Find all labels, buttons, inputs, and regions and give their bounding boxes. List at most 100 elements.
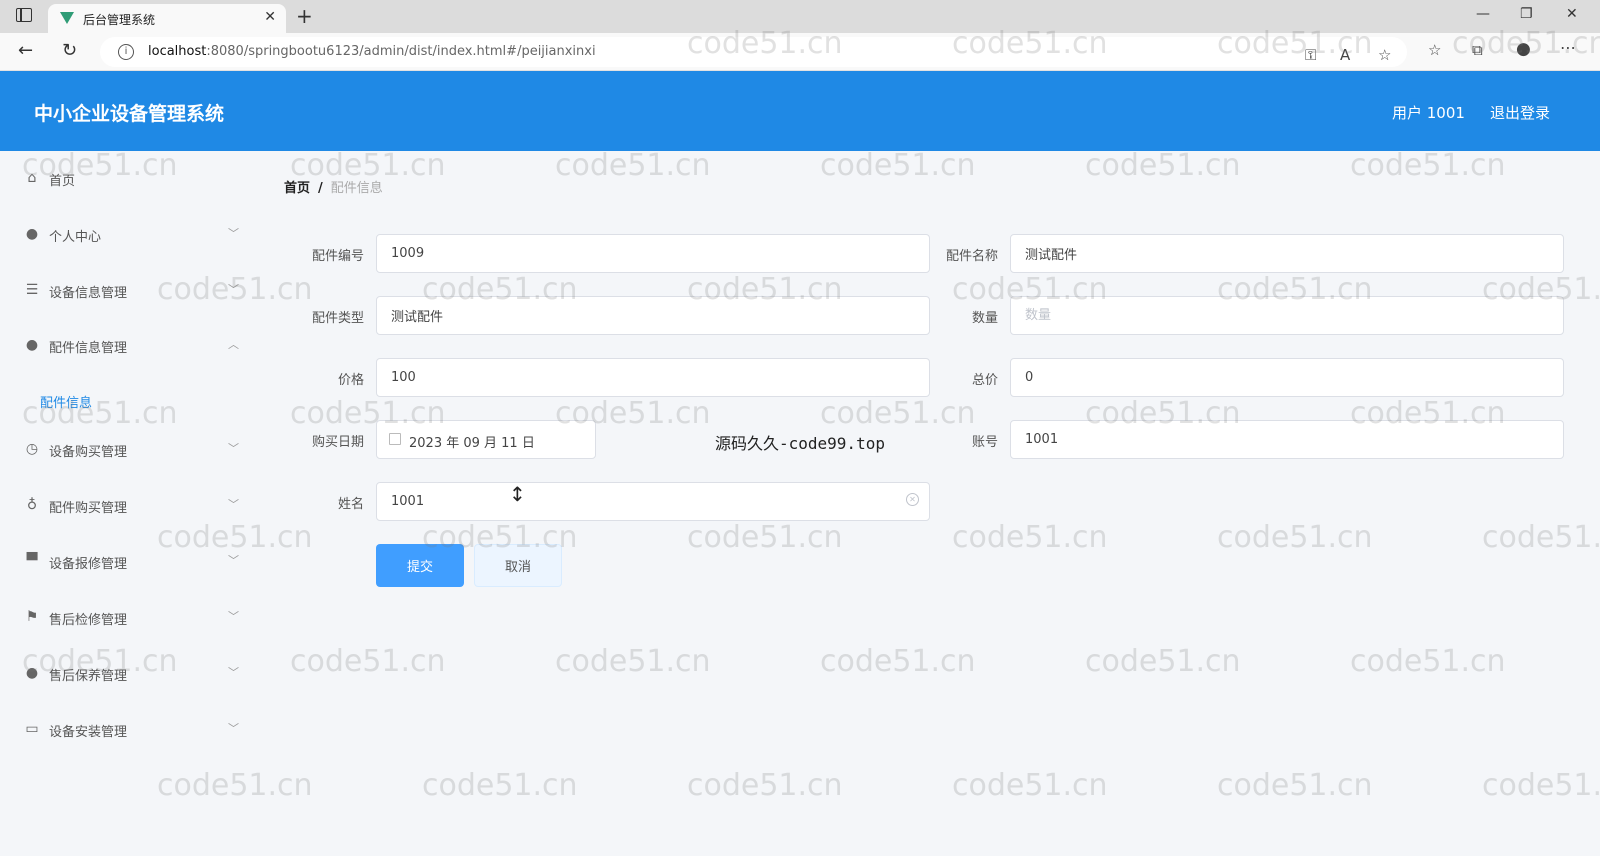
tab-close-icon[interactable]: ✕ <box>264 9 276 25</box>
watermark-text: code51.cn <box>820 644 976 679</box>
sidebar-subitem-part-info[interactable]: 配件信息 <box>40 392 92 411</box>
url-field[interactable]: i localhost:8080/springbootu6123/admin/d… <box>100 37 1407 67</box>
key-icon[interactable]: ⚿ <box>1305 46 1316 64</box>
clear-icon[interactable]: ✕ <box>906 493 919 506</box>
user-icon: ● <box>25 337 39 353</box>
sidebar-item-label: 配件信息管理 <box>49 341 128 356</box>
cancel-button[interactable]: 取消 <box>474 544 562 587</box>
favorites-icon[interactable]: ☆ <box>1428 41 1441 59</box>
restore-icon[interactable]: ❐ <box>1520 6 1533 22</box>
more-icon[interactable]: ⋯ <box>1560 38 1576 57</box>
sidebar-toggle-icon[interactable] <box>16 8 32 22</box>
calendar-icon <box>389 433 401 445</box>
sidebar-item-home[interactable]: ⌂ 首页 <box>0 159 256 199</box>
browser-tab-bar: 后台管理系统 ✕ + — ❐ ✕ <box>0 0 1600 33</box>
reload-icon[interactable]: ↻ <box>62 40 77 61</box>
sidebar-item-device-purchase[interactable]: ◷ 设备购买管理 ﹀ <box>0 430 256 470</box>
watermark-text: code51.cn <box>820 396 976 431</box>
quantity-input[interactable] <box>1010 296 1564 335</box>
person-name-input[interactable] <box>376 482 930 521</box>
watermark-text: code51.cn <box>1085 644 1241 679</box>
sidebar-item-device-info[interactable]: ☰ 设备信息管理 ﹀ <box>0 271 256 311</box>
chevron-down-icon: ﹀ <box>228 666 239 679</box>
clock-icon: ◷ <box>25 441 39 457</box>
watermark-text: code51.cn <box>952 768 1108 803</box>
add-favorite-icon[interactable]: ☆ <box>1378 46 1391 64</box>
watermark-text: code51.cn <box>290 644 446 679</box>
watermark-text: code51.cn <box>555 644 711 679</box>
part-type-input[interactable] <box>376 296 930 335</box>
submit-button[interactable]: 提交 <box>376 544 464 587</box>
bulb-icon: ● <box>25 665 39 681</box>
watermark-text: code51.cn <box>1085 148 1241 183</box>
sidebar-item-label: 首页 <box>49 174 76 189</box>
watermark-text: code51.cn <box>1350 644 1506 679</box>
window-close-icon[interactable]: ✕ <box>1566 6 1578 22</box>
part-code-input[interactable] <box>376 234 930 273</box>
url-text: localhost:8080/springbootu6123/admin/dis… <box>148 44 596 59</box>
person-name-label: 姓名 <box>337 497 364 512</box>
quantity-label: 数量 <box>971 311 998 326</box>
watermark-text: code51.cn <box>422 768 578 803</box>
vue-logo-icon <box>60 12 74 24</box>
address-bar: ← ↻ i localhost:8080/springbootu6123/adm… <box>0 33 1600 71</box>
info-icon[interactable]: i <box>118 44 134 60</box>
watermark-text: code51.cn <box>1350 148 1506 183</box>
message-icon: ▭ <box>25 721 39 737</box>
sidebar-item-part-purchase[interactable]: ♁ 配件购买管理 ﹀ <box>0 486 256 526</box>
flag-icon: ⚑ <box>25 609 39 625</box>
sidebar-item-after-sales-maintenance[interactable]: ● 售后保养管理 ﹀ <box>0 654 256 694</box>
chevron-down-icon: ﹀ <box>228 722 239 735</box>
watermark-text: code51.cn <box>1217 520 1373 555</box>
breadcrumb-separator: / <box>318 181 323 196</box>
sidebar-item-repair-request[interactable]: ▀ 设备报修管理 ﹀ <box>0 542 256 582</box>
sidebar-item-label: 配件购买管理 <box>49 501 128 516</box>
back-icon[interactable]: ← <box>18 40 33 61</box>
browser-tab[interactable]: 后台管理系统 ✕ <box>48 4 286 33</box>
center-watermark: 源码久久-code99.top <box>715 434 885 453</box>
user-icon: ● <box>25 226 39 242</box>
sidebar-item-label: 售后保养管理 <box>49 669 128 684</box>
total-price-label: 总价 <box>971 373 998 388</box>
sidebar-item-personal-center[interactable]: ● 个人中心 ﹀ <box>0 215 256 255</box>
sidebar-item-label: 设备信息管理 <box>49 286 128 301</box>
purchase-date-picker[interactable]: 2023 年 09 月 11 日 <box>376 420 596 459</box>
chevron-down-icon: ﹀ <box>228 283 239 296</box>
purchase-date-value: 2023 年 09 月 11 日 <box>409 436 535 451</box>
watermark-text: code51.cn <box>820 148 976 183</box>
watermark-text: code51.cn <box>1217 768 1373 803</box>
purchase-date-label: 购买日期 <box>311 435 364 450</box>
sidebar: ⌂ 首页 ● 个人中心 ﹀ ☰ 设备信息管理 ﹀ ● 配件信息管理 ︿ 配件信息… <box>0 151 256 856</box>
sidebar-item-part-info[interactable]: ● 配件信息管理 ︿ <box>0 326 256 366</box>
total-price-input[interactable] <box>1010 358 1564 397</box>
breadcrumb-home[interactable]: 首页 <box>284 181 310 196</box>
watermark-text: code51.cn <box>1482 768 1600 803</box>
sidebar-item-label: 设备安装管理 <box>49 725 128 740</box>
price-input[interactable] <box>376 358 930 397</box>
watermark-text: code51.cn <box>952 520 1108 555</box>
watermark-text: code51.cn <box>687 768 843 803</box>
home-icon: ⌂ <box>27 170 37 186</box>
part-name-input[interactable] <box>1010 234 1564 273</box>
user-label: 用户 1001 <box>1392 104 1465 122</box>
chevron-down-icon: ﹀ <box>228 227 239 240</box>
logout-link[interactable]: 退出登录 <box>1490 102 1550 123</box>
read-aloud-icon[interactable]: A <box>1340 46 1350 64</box>
sidebar-item-after-sales-repair[interactable]: ⚑ 售后检修管理 ﹀ <box>0 598 256 638</box>
sidebar-item-label: 个人中心 <box>49 230 102 245</box>
breadcrumb: 首页 / 配件信息 <box>284 177 383 196</box>
part-type-label: 配件类型 <box>311 311 364 326</box>
account-input[interactable] <box>1010 420 1564 459</box>
watermark-text: code51.cn <box>687 520 843 555</box>
part-code-label: 配件编号 <box>311 249 364 264</box>
list-icon: ☰ <box>25 282 39 298</box>
sidebar-item-label: 设备报修管理 <box>49 557 128 572</box>
sidebar-item-label: 售后检修管理 <box>49 613 128 628</box>
flag-icon: ▀ <box>26 553 38 569</box>
minimize-icon[interactable]: — <box>1476 6 1490 22</box>
part-name-label: 配件名称 <box>945 249 998 264</box>
new-tab-icon[interactable]: + <box>296 4 313 28</box>
collections-icon[interactable]: ⧉ <box>1472 41 1483 59</box>
sidebar-item-device-install[interactable]: ▭ 设备安装管理 ﹀ <box>0 710 256 750</box>
profile-avatar-icon[interactable]: ● <box>1516 39 1531 59</box>
